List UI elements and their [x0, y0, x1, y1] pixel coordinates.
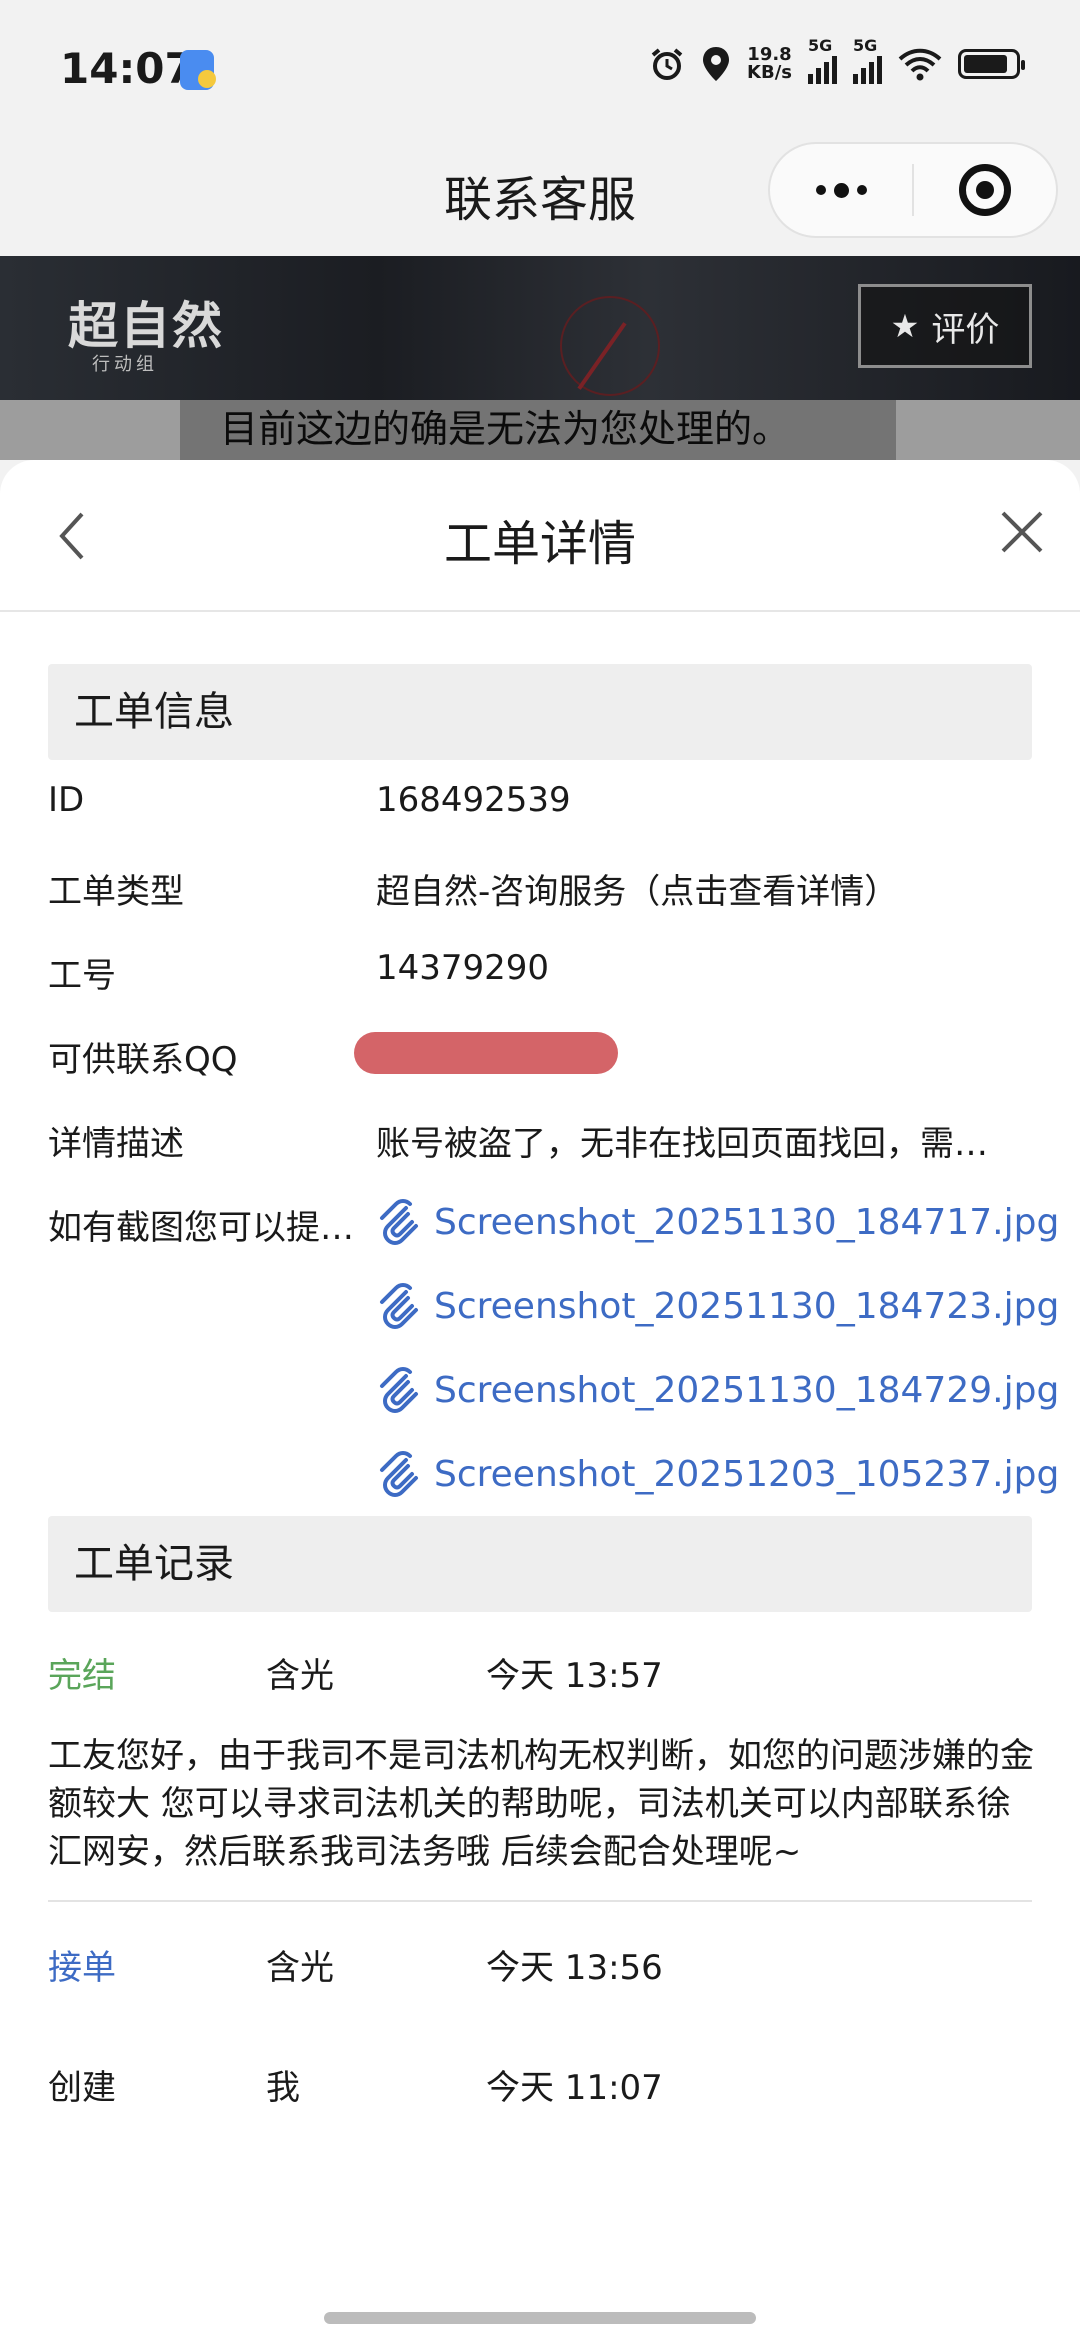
attachment-link[interactable]: Screenshot_20251130_184723.jpg: [434, 1286, 1059, 1327]
record-agent: 含光: [266, 1656, 334, 1696]
field-label-type: 工单类型: [48, 872, 184, 912]
home-indicator[interactable]: [324, 2312, 756, 2324]
field-value-description: 账号被盗了，无非在找回页面找回，需…: [376, 1124, 988, 1164]
field-value-number: 14379290: [376, 948, 550, 988]
attachment-link[interactable]: Screenshot_20251203_105237.jpg: [434, 1454, 1059, 1495]
record-agent: 含光: [266, 1948, 334, 1988]
field-value-type[interactable]: 超自然-咨询服务（点击查看详情）: [376, 864, 1036, 913]
record-status: 接单: [48, 1948, 116, 1988]
field-value-id: 168492539: [376, 780, 571, 820]
status-time: 14:07: [60, 44, 194, 93]
sheet-header: 工单详情: [0, 460, 1080, 612]
game-logo-subtitle: 行动组: [92, 354, 158, 375]
record-status: 创建: [48, 2068, 116, 2108]
sheet-title: 工单详情: [443, 516, 636, 572]
network-speed: 19.8 KB/s: [747, 46, 792, 82]
target-icon: [958, 164, 1011, 216]
ticket-info-section-header: 工单信息: [48, 664, 1032, 760]
location-icon: [703, 47, 730, 81]
mini-program-capsule: [768, 142, 1058, 238]
record-time: 今天 11:07: [486, 2068, 663, 2108]
rate-button-label: 评价: [931, 309, 1000, 350]
close-mini-program-button[interactable]: [914, 144, 1056, 236]
battery-icon: [958, 49, 1025, 79]
record-divider: [48, 1900, 1032, 1902]
status-bar: 14:07 19.8 KB/s 5G 5G: [0, 0, 1080, 140]
paperclip-icon: [380, 1367, 418, 1413]
more-icon: [815, 185, 826, 195]
attachment-link[interactable]: Screenshot_20251130_184729.jpg: [434, 1370, 1059, 1411]
attachment-item[interactable]: Screenshot_20251130_184723.jpg: [376, 1276, 1059, 1336]
field-label-number: 工号: [48, 956, 116, 996]
star-icon: ★: [890, 307, 920, 345]
app-notification-icon: [180, 50, 216, 90]
record-status: 完结: [48, 1656, 116, 1696]
game-logo: 超自然: [68, 296, 224, 355]
sim1-label: 5G: [808, 36, 833, 55]
attachment-item[interactable]: Screenshot_20251130_184729.jpg: [376, 1360, 1059, 1420]
status-icons: 19.8 KB/s 5G 5G: [649, 36, 1025, 84]
record-agent: 我: [266, 2068, 300, 2108]
rate-button[interactable]: ★ 评价: [858, 284, 1032, 368]
sim2-label: 5G: [853, 36, 878, 55]
wifi-icon: [898, 48, 942, 81]
attachment-item[interactable]: Screenshot_20251203_105237.jpg: [376, 1444, 1059, 1504]
paperclip-icon: [380, 1199, 418, 1245]
network-speed-unit: KB/s: [747, 62, 792, 83]
signal-sim2-icon: 5G: [853, 36, 882, 84]
field-label-description: 详情描述: [48, 1124, 184, 1164]
ticket-records-section-header: 工单记录: [48, 1516, 1032, 1612]
more-menu-button[interactable]: [770, 144, 912, 236]
field-label-screenshots: 如有截图您可以提…: [48, 1208, 354, 1248]
record-time: 今天 13:57: [486, 1656, 663, 1696]
paperclip-icon: [380, 1283, 418, 1329]
close-icon[interactable]: [1000, 510, 1044, 554]
field-label-qq: 可供联系QQ: [48, 1040, 238, 1080]
record-message: 工友您好，由于我司不是司法机构无权判断，如您的问题涉嫌的金额较大 您可以寻求司法…: [48, 1736, 1034, 1872]
redacted-qq-mark: [354, 1032, 618, 1074]
attachment-item[interactable]: Screenshot_20251130_184717.jpg: [376, 1192, 1059, 1252]
signal-sim1-icon: 5G: [808, 36, 837, 84]
field-label-id: ID: [48, 780, 85, 820]
paperclip-icon: [380, 1451, 418, 1497]
attachment-link[interactable]: Screenshot_20251130_184717.jpg: [434, 1202, 1059, 1243]
modal-overlay[interactable]: [0, 400, 1080, 460]
alarm-icon: [651, 48, 683, 80]
record-time: 今天 13:56: [486, 1948, 663, 1988]
